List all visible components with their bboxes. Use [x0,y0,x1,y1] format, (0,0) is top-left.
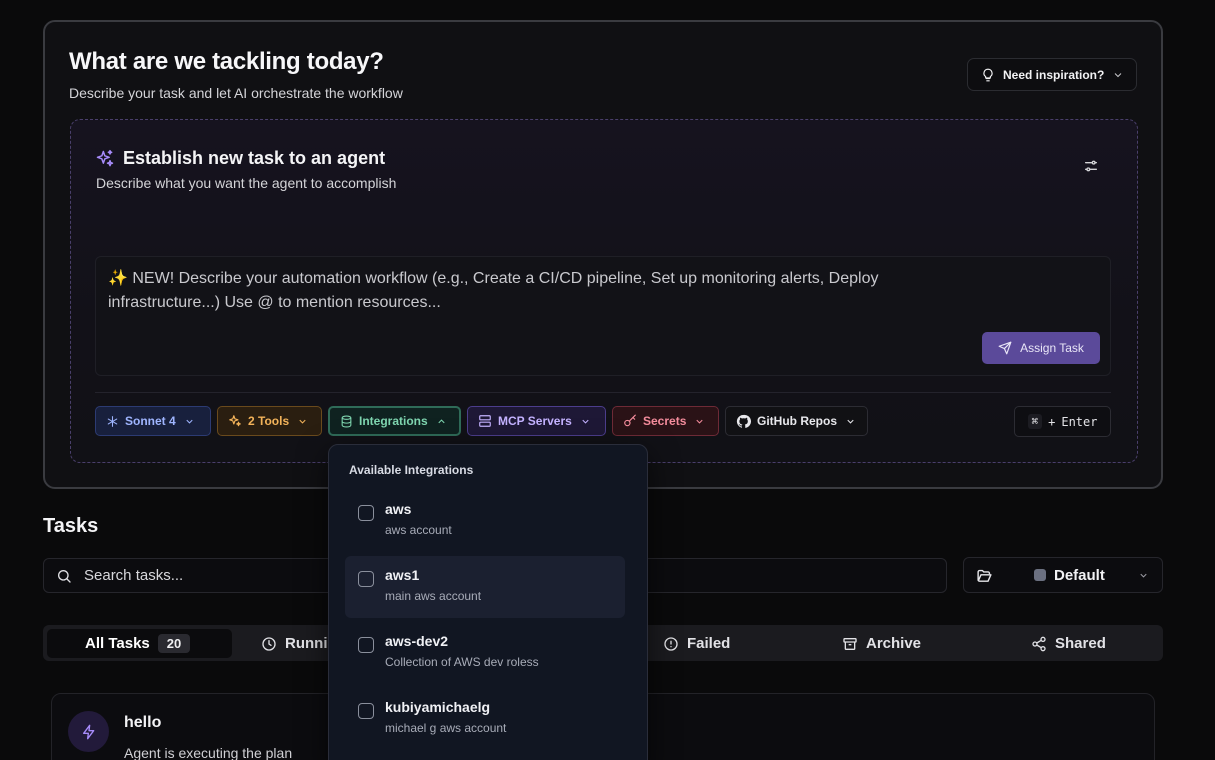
key-icon [623,414,637,428]
tab-shared-label: Shared [1055,635,1106,652]
task-prompt-textarea[interactable]: ✨ NEW! Describe your automation workflow… [95,256,1111,376]
checkbox[interactable] [358,637,374,653]
checkbox[interactable] [358,571,374,587]
tools-selector-chip[interactable]: 2 Tools [217,406,322,436]
task-status-text: Agent is executing the plan [124,745,293,760]
search-icon [56,568,72,584]
tab-all-label: All Tasks [85,635,150,652]
integration-option-aws-dev2[interactable]: aws-dev2 Collection of AWS dev roless [345,622,625,684]
integration-description: aws account [385,523,452,537]
folder-label: Default [1054,567,1105,584]
tab-failed-label: Failed [687,635,731,652]
integration-option-aws[interactable]: aws aws account [345,490,625,552]
integration-name: kubiyamichaelg [385,699,491,715]
tab-shared[interactable]: Shared [1031,629,1106,658]
asterisk-icon [106,415,119,428]
server-icon [478,414,492,428]
mcp-servers-selector-chip[interactable]: MCP Servers [467,406,606,436]
checkbox[interactable] [358,703,374,719]
integration-description: michael g aws account [385,721,507,735]
integration-name: aws-dev2 [385,633,449,649]
integrations-selector-chip[interactable]: Integrations [328,406,461,436]
integration-description: Collection of AWS dev roless [385,655,539,669]
new-task-panel: Establish new task to an agent Describe … [70,119,1138,463]
tab-failed[interactable]: Failed [663,629,730,658]
need-inspiration-label: Need inspiration? [1003,67,1105,82]
new-task-subtitle: Describe what you want the agent to acco… [96,175,397,191]
assign-task-label: Assign Task [1020,341,1084,355]
github-repos-label: GitHub Repos [757,414,837,428]
task-title: hello [124,714,162,731]
new-task-title: Establish new task to an agent [123,148,386,168]
chevron-down-icon [694,416,705,427]
integration-option-aws1[interactable]: aws1 main aws account [345,556,625,618]
shortcut-plus: + [1048,414,1056,429]
integration-name: aws [385,501,412,517]
archive-icon [842,636,858,652]
folder-selector[interactable]: Default [963,557,1163,593]
chevron-down-icon [184,416,195,427]
new-task-heading: Establish new task to an agent [95,148,385,169]
integration-description: main aws account [385,589,482,603]
sliders-settings-icon[interactable] [1083,158,1099,174]
folder-open-icon [976,567,993,584]
integration-name: aws1 [385,567,420,583]
chevron-down-icon [580,416,591,427]
integrations-dropdown: Available Integrations aws aws account a… [328,444,648,760]
tools-label: 2 Tools [248,414,290,428]
tab-archive-label: Archive [866,635,922,652]
divider [95,392,1111,393]
model-label: Sonnet 4 [125,414,176,428]
keyboard-shortcut-hint: ⌘ + Enter [1014,406,1111,437]
chevron-down-icon [297,416,308,427]
share-icon [1031,636,1047,652]
clock-icon [261,636,277,652]
folder-color-swatch [1034,569,1046,581]
chevron-down-icon [845,416,856,427]
assign-task-button[interactable]: Assign Task [982,332,1100,364]
github-icon [736,414,751,429]
need-inspiration-button[interactable]: Need inspiration? [967,58,1137,91]
tab-all-tasks[interactable]: All Tasks 20 [47,629,232,658]
lightbulb-icon [981,68,995,82]
mcp-servers-label: MCP Servers [498,414,572,428]
github-repos-selector-chip[interactable]: GitHub Repos [725,406,868,436]
chevron-up-icon [436,416,447,427]
checkbox[interactable] [358,505,374,521]
task-count-badge: 20 [157,634,191,653]
send-icon [998,341,1012,355]
sparkles-icon [228,414,242,428]
integration-option-kubiyamichaelg[interactable]: kubiyamichaelg michael g aws account [345,688,625,750]
command-key: ⌘ [1027,414,1043,429]
chevron-down-icon [1112,69,1124,81]
task-prompt-placeholder: ✨ NEW! Describe your automation workflow… [108,270,879,311]
page-title: What are we tackling today? [69,48,384,75]
secrets-selector-chip[interactable]: Secrets [612,406,719,436]
sparkles-icon [95,149,115,169]
secrets-label: Secrets [643,414,687,428]
model-selector-chip[interactable]: Sonnet 4 [95,406,211,436]
integrations-label: Integrations [359,414,428,428]
chevron-down-icon [1138,570,1149,581]
task-avatar [68,711,109,752]
zap-icon [81,724,97,740]
tasks-heading: Tasks [43,515,99,537]
task-composer-card: What are we tackling today? Describe you… [43,20,1163,489]
tab-archive[interactable]: Archive [842,629,921,658]
dropdown-heading: Available Integrations [349,463,474,477]
database-icon [340,415,353,428]
enter-key: Enter [1061,414,1098,429]
page-subtitle: Describe your task and let AI orchestrat… [69,85,403,101]
alert-circle-icon [663,636,679,652]
